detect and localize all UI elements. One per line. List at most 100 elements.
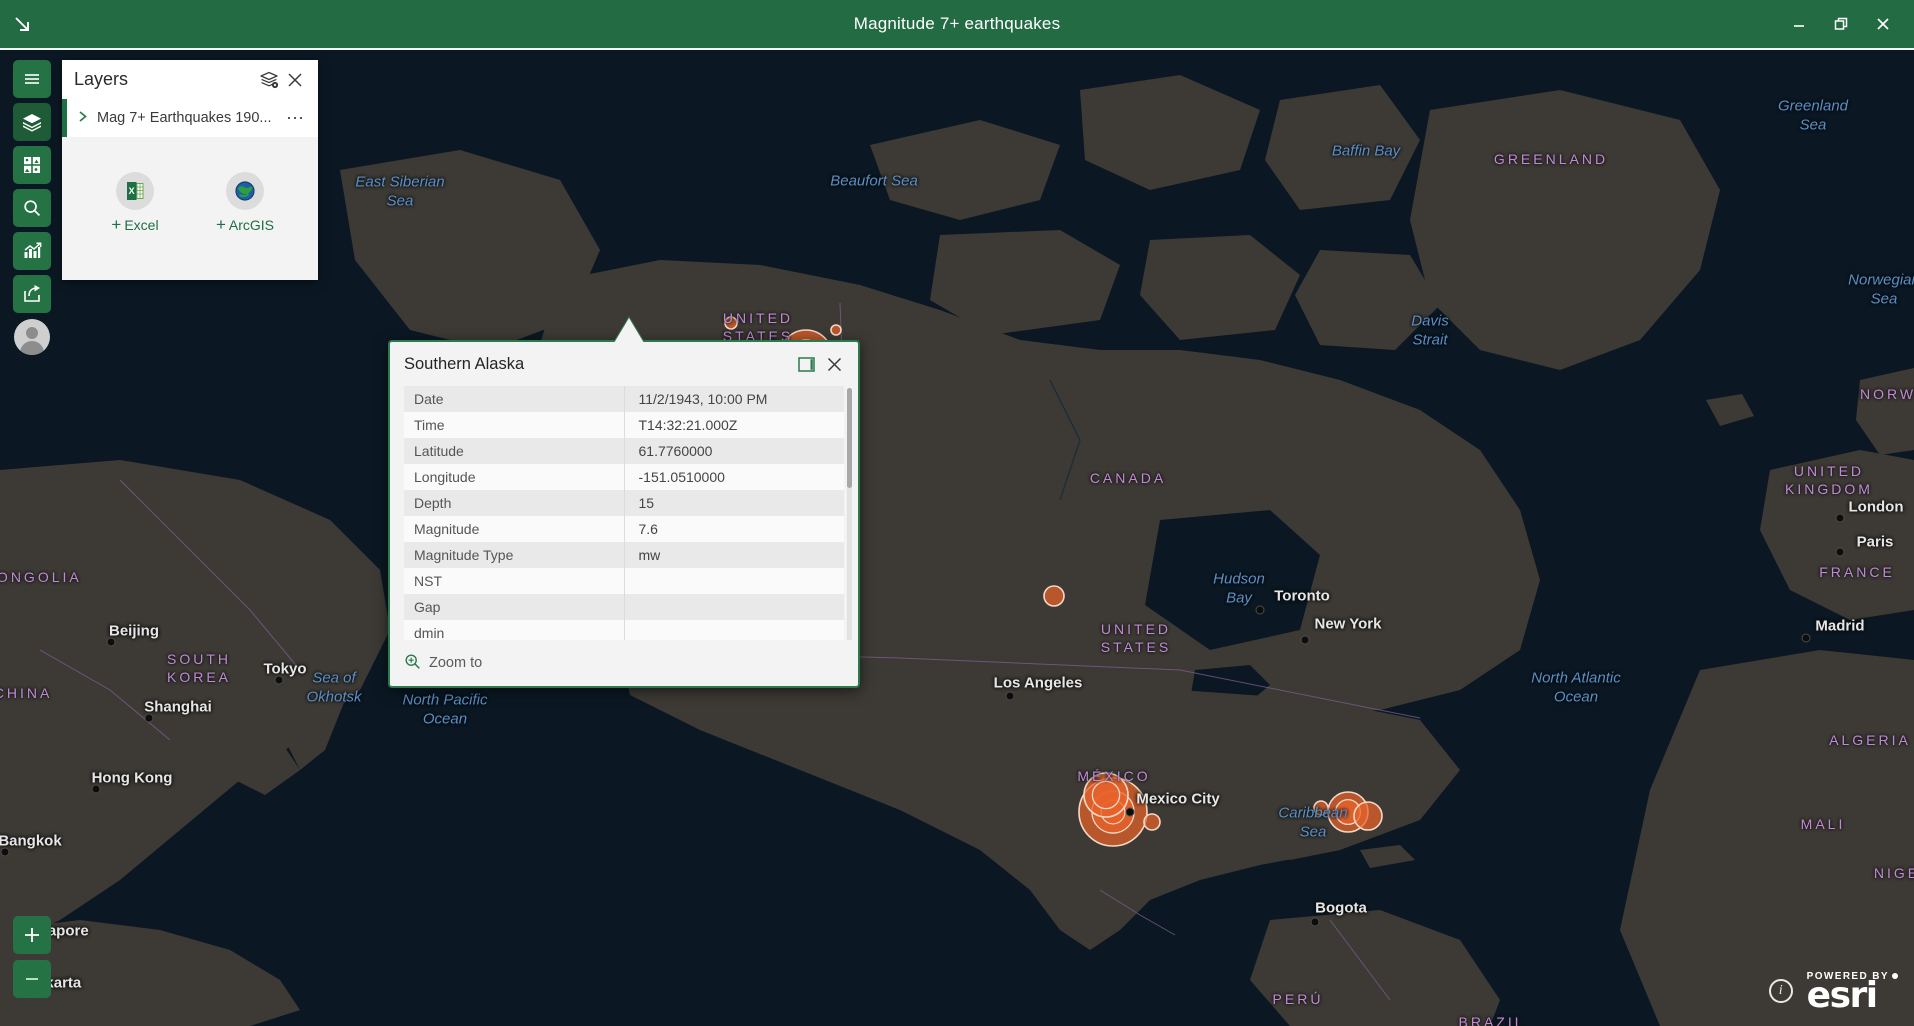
earthquake-marker[interactable] — [1313, 800, 1329, 816]
window-title: Magnitude 7+ earthquakes — [853, 14, 1061, 33]
zoom-to-button[interactable]: Zoom to — [404, 653, 482, 674]
map-city-dot-icon — [1835, 547, 1845, 557]
map-city-dot-icon — [1005, 691, 1015, 701]
earthquake-marker[interactable] — [1143, 813, 1161, 831]
map-city-dot-icon — [0, 847, 10, 857]
popup-close-icon[interactable] — [820, 350, 848, 378]
popup-scrollbar-thumb[interactable] — [847, 388, 852, 488]
left-toolbar — [13, 60, 51, 356]
map-city-dot-icon — [1310, 917, 1320, 927]
attribute-field: Latitude — [404, 438, 624, 464]
attribute-row: Gap — [404, 594, 844, 620]
add-layer-buttons: X + Excel + ArcGIS — [62, 137, 318, 280]
esri-dot-icon — [1892, 973, 1898, 980]
add-arcgis-button[interactable]: + ArcGIS — [195, 172, 295, 233]
plus-icon: + — [111, 215, 122, 234]
attribute-field: Date — [404, 386, 624, 412]
add-excel-label: + Excel — [111, 216, 158, 233]
earthquake-marker[interactable] — [724, 316, 738, 330]
map-city-dot-icon — [91, 784, 101, 794]
attribute-field: Magnitude Type — [404, 542, 624, 568]
layers-settings-icon[interactable] — [256, 67, 282, 93]
dock-panel-icon[interactable] — [792, 350, 820, 378]
attribution-info-button[interactable]: i — [1768, 979, 1793, 1004]
attribute-value: 11/2/1943, 10:00 PM — [623, 386, 844, 412]
attribute-value: 61.7760000 — [623, 438, 844, 464]
attribute-value: T14:32:21.000Z — [623, 412, 844, 438]
minimize-button[interactable] — [1778, 4, 1820, 44]
map-city-dot-icon — [106, 637, 116, 647]
add-arcgis-label: + ArcGIS — [216, 216, 274, 233]
popup-scrollbar-track[interactable] — [847, 388, 852, 640]
restore-button[interactable] — [1820, 4, 1862, 44]
add-excel-text: Excel — [124, 216, 159, 233]
attribute-field: Longitude — [404, 464, 624, 490]
layers-panel-header: Layers — [62, 60, 318, 99]
magnifier-plus-icon — [404, 653, 421, 674]
app-logo-icon — [0, 0, 44, 49]
close-button[interactable] — [1862, 4, 1904, 44]
add-excel-button[interactable]: X + Excel — [85, 172, 185, 233]
excel-file-icon: X — [116, 172, 154, 210]
add-arcgis-text: ArcGIS — [228, 216, 275, 233]
attribute-row: Time T14:32:21.000Z — [404, 412, 844, 438]
attribute-row: Magnitude 7.6 — [404, 516, 844, 542]
attribute-row: Magnitude Type mw — [404, 542, 844, 568]
map-city-dot-icon — [1300, 635, 1310, 645]
popup-pointer-tail — [614, 318, 644, 343]
sidebar-item-menu[interactable] — [13, 60, 51, 98]
esri-brand-text: esri — [1806, 974, 1878, 1016]
attribute-value: mw — [623, 542, 844, 568]
attribute-row: Latitude 61.7760000 — [404, 438, 844, 464]
window-title-bar: Magnitude 7+ earthquakes — [0, 0, 1914, 50]
map-city-dot-icon — [1835, 513, 1845, 523]
svg-text:X: X — [129, 186, 135, 196]
attribute-row: dmin — [404, 620, 844, 640]
map-zoom-controls — [13, 916, 51, 998]
sidebar-item-layers[interactable] — [13, 103, 51, 141]
zoom-out-button[interactable] — [13, 960, 51, 998]
attribute-value — [623, 594, 844, 620]
layers-panel-title: Layers — [74, 69, 129, 89]
sidebar-item-share[interactable] — [13, 275, 51, 313]
app-root: Magnitude 7+ earthquakes Greenland Sea B… — [0, 0, 1914, 1026]
attribute-value: -151.0510000 — [623, 464, 844, 490]
map-city-dot-icon — [1801, 633, 1811, 643]
attribute-field: Time — [404, 412, 624, 438]
arcgis-globe-icon — [226, 172, 264, 210]
earthquake-marker[interactable] — [1091, 780, 1121, 810]
earthquake-marker[interactable] — [830, 324, 842, 336]
attribute-field: Gap — [404, 594, 624, 620]
earthquake-marker[interactable] — [1043, 585, 1065, 607]
esri-logo: POWERED BY esri — [1806, 971, 1898, 1016]
popup-footer: Zoom to — [390, 640, 858, 686]
attribute-field: Magnitude — [404, 516, 624, 542]
attribute-row: Depth 15 — [404, 490, 844, 516]
layers-panel: Layers Mag 7+ Earthquakes 190... ⋯ X + E… — [62, 60, 318, 280]
layer-options-ellipsis-icon[interactable]: ⋯ — [282, 108, 310, 129]
zoom-in-button[interactable] — [13, 916, 51, 954]
plus-icon: + — [215, 215, 226, 234]
attribute-table: Date 11/2/1943, 10:00 PM Time T14:32:21.000… — [404, 386, 844, 640]
attribute-field: NST — [404, 568, 624, 594]
sidebar-item-basemap[interactable] — [13, 146, 51, 184]
attribute-row: NST — [404, 568, 844, 594]
user-avatar-icon — [14, 319, 50, 355]
chevron-right-icon[interactable] — [67, 110, 97, 127]
earthquake-marker[interactable] — [1353, 801, 1383, 831]
zoom-to-label: Zoom to — [429, 655, 483, 671]
layer-name: Mag 7+ Earthquakes 190... — [97, 110, 272, 126]
sidebar-item-search[interactable] — [13, 189, 51, 227]
popup-title: Southern Alaska — [404, 354, 525, 373]
map-city-dot-icon — [1255, 605, 1265, 615]
layers-panel-close-icon[interactable] — [282, 67, 308, 93]
map-attribution: i POWERED BY esri — [1768, 971, 1898, 1016]
attribute-field: Depth — [404, 490, 624, 516]
attribute-field: dmin — [404, 620, 624, 640]
sidebar-item-account[interactable] — [13, 318, 51, 356]
map-city-dot-icon — [274, 675, 284, 685]
layer-list-item[interactable]: Mag 7+ Earthquakes 190... ⋯ — [62, 99, 318, 137]
attribute-value: 15 — [623, 490, 844, 516]
popup-attribute-body: Date 11/2/1943, 10:00 PM Time T14:32:21.000… — [390, 386, 858, 640]
sidebar-item-analysis[interactable] — [13, 232, 51, 270]
